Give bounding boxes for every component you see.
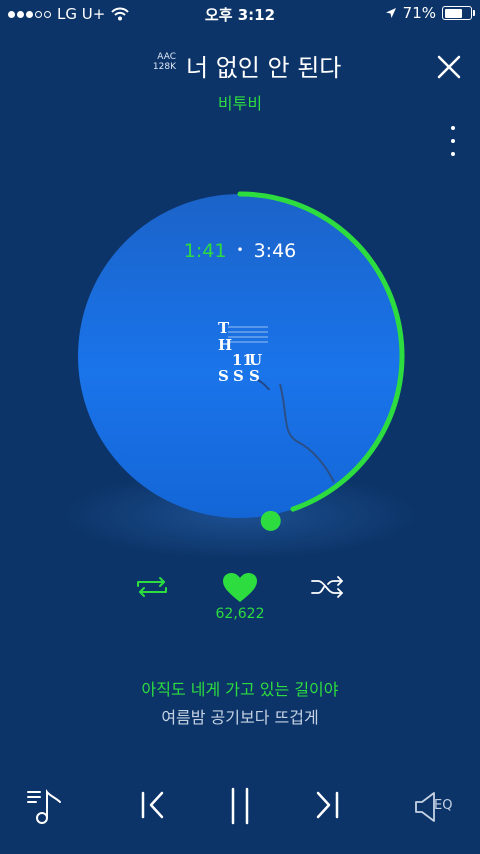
svg-text:T: T	[218, 319, 230, 337]
repeat-button[interactable]	[134, 574, 170, 600]
action-row: 62,622	[0, 570, 480, 630]
artist-name[interactable]: 비투비	[0, 90, 480, 114]
lyric-current-line[interactable]: 아직도 네게 가고 있는 길이야	[0, 676, 480, 700]
status-bar: LG U+ 오후 3:12 71%	[0, 0, 480, 28]
shuffle-button[interactable]	[310, 574, 346, 600]
repeat-icon	[137, 577, 167, 597]
svg-text:S: S	[218, 367, 229, 385]
status-right: 71%	[385, 4, 475, 22]
heart-icon	[223, 573, 257, 602]
codec-format: AAC	[157, 52, 176, 62]
playlist-icon	[27, 789, 61, 824]
pause-icon	[231, 787, 249, 825]
previous-button[interactable]	[138, 790, 168, 820]
next-button[interactable]	[312, 790, 342, 820]
svg-text:H: H	[218, 336, 232, 354]
total-time: 3:46	[253, 240, 297, 262]
svg-text:S: S	[233, 367, 244, 385]
time-display: 1:41 • 3:46	[0, 240, 480, 262]
like-button[interactable]	[222, 572, 258, 604]
svg-text:S: S	[249, 367, 260, 385]
battery-percent: 71%	[402, 4, 436, 22]
time-separator: •	[236, 243, 244, 257]
more-vertical-icon[interactable]	[448, 126, 458, 156]
album-art-logo: T H 11 U S S S	[218, 319, 271, 390]
close-icon	[437, 55, 461, 79]
codec-badge: AAC 128K	[146, 52, 176, 72]
battery-icon	[442, 6, 475, 20]
album-art-cord	[279, 384, 335, 483]
close-button[interactable]	[434, 52, 464, 82]
playback-controls: EQ	[0, 780, 480, 836]
previous-icon	[141, 791, 164, 819]
codec-bitrate: 128K	[152, 62, 176, 72]
pause-button[interactable]	[226, 786, 254, 826]
elapsed-time: 1:41	[183, 240, 227, 262]
location-arrow-icon	[385, 8, 396, 18]
song-title: 너 없인 안 된다	[186, 54, 342, 82]
player-header: AAC 128K 너 없인 안 된다 비투비	[0, 44, 480, 114]
equalizer-button[interactable]: EQ	[414, 790, 462, 824]
shuffle-icon	[311, 576, 343, 598]
like-count: 62,622	[215, 606, 265, 622]
seek-handle[interactable]	[260, 510, 281, 531]
lyric-next-line[interactable]: 여름밤 공기보다 뜨겁게	[0, 704, 480, 728]
next-icon	[316, 791, 339, 819]
equalizer-icon	[415, 792, 435, 822]
eq-label: EQ	[434, 798, 453, 813]
playlist-button[interactable]	[26, 786, 66, 826]
